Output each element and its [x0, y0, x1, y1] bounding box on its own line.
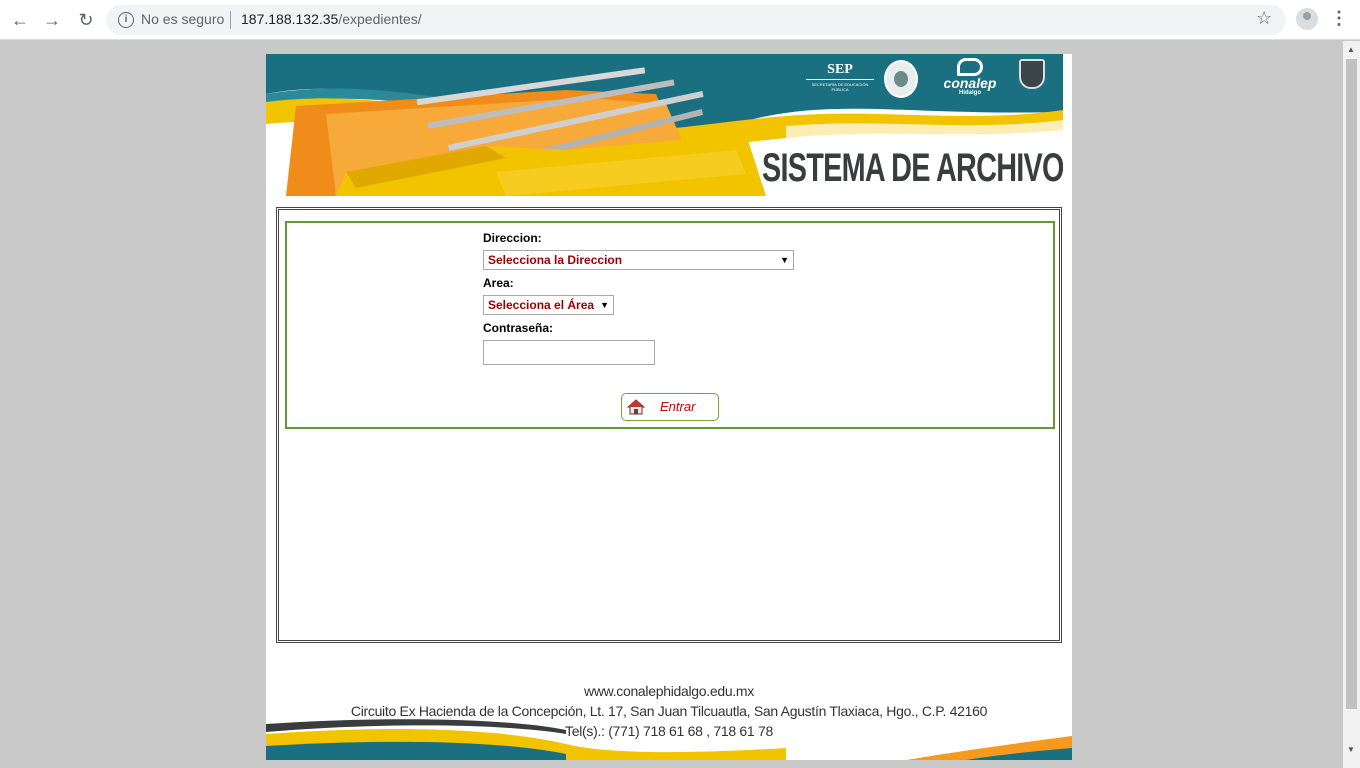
- page-title: SISTEMA DE ARCHIVO: [762, 146, 1063, 190]
- area-label: Area:: [483, 276, 514, 290]
- area-select[interactable]: Selecciona el Área ▼: [483, 295, 614, 315]
- conalep-logo: conalep Hidalgo: [942, 58, 998, 96]
- chevron-down-icon: ▼: [600, 300, 609, 310]
- login-frame: Direccion: Selecciona la Direccion ▼ Are…: [276, 207, 1062, 643]
- address-bar[interactable]: i No es seguro 187.188.132.35/expediente…: [106, 5, 1286, 35]
- header-banner: SEP SECRETARÍA DE EDUCACIÓN PÚBLICA cona…: [266, 54, 1063, 196]
- reload-icon[interactable]: ↻: [74, 8, 98, 32]
- mexico-seal-icon: [884, 60, 918, 98]
- direccion-select-value: Selecciona la Direccion: [488, 253, 623, 267]
- conalep-logo-text: conalep: [943, 75, 997, 91]
- direccion-label: Direccion:: [483, 231, 542, 245]
- scroll-up-icon[interactable]: ▲: [1347, 45, 1355, 54]
- enter-button[interactable]: Entrar: [621, 393, 719, 421]
- page-container: SEP SECRETARÍA DE EDUCACIÓN PÚBLICA cona…: [266, 54, 1072, 760]
- direccion-select[interactable]: Selecciona la Direccion ▼: [483, 250, 794, 270]
- footer-website: www.conalephidalgo.edu.mx: [584, 683, 754, 699]
- sep-logo-text: SEP: [806, 62, 874, 80]
- security-label: No es seguro: [141, 11, 225, 27]
- page-scrollbar[interactable]: ▲ ▼: [1343, 41, 1360, 768]
- url-path: /expedientes/: [338, 11, 422, 27]
- url-host: 187.188.132.35: [241, 11, 339, 27]
- info-icon[interactable]: i: [118, 12, 134, 28]
- bookmark-star-icon[interactable]: ☆: [1256, 8, 1272, 29]
- crest-shield: [1019, 59, 1045, 89]
- omnibox-divider: [230, 11, 231, 29]
- conalep-mark-icon: [957, 58, 983, 76]
- chevron-down-icon: ▼: [780, 255, 789, 265]
- forward-icon[interactable]: →: [40, 8, 64, 32]
- login-form: Direccion: Selecciona la Direccion ▼ Are…: [285, 221, 1055, 429]
- scroll-down-icon[interactable]: ▼: [1347, 745, 1355, 754]
- sep-logo-subtext: SECRETARÍA DE EDUCACIÓN PÚBLICA: [811, 82, 869, 92]
- password-field[interactable]: [483, 340, 655, 365]
- password-label: Contraseña:: [483, 321, 554, 335]
- profile-avatar-icon[interactable]: [1296, 8, 1318, 30]
- back-icon[interactable]: ←: [8, 8, 32, 32]
- scroll-thumb[interactable]: [1346, 59, 1357, 709]
- house-icon: [627, 399, 645, 415]
- browser-toolbar: ← → ↻ i No es seguro 187.188.132.35/expe…: [0, 0, 1360, 40]
- area-select-value: Selecciona el Área: [488, 298, 595, 312]
- url-text[interactable]: 187.188.132.35/expedientes/: [241, 11, 422, 27]
- hidalgo-crest-icon: [1014, 59, 1050, 103]
- menu-kebab-icon[interactable]: ⋮: [1330, 8, 1348, 29]
- footer-phones: Tel(s).: (771) 718 61 68 , 718 61 78: [565, 723, 773, 739]
- footer-address: Circuito Ex Hacienda de la Concepción, L…: [350, 703, 988, 719]
- sep-logo: SEP SECRETARÍA DE EDUCACIÓN PÚBLICA: [806, 62, 874, 92]
- enter-button-label: Entrar: [660, 399, 696, 414]
